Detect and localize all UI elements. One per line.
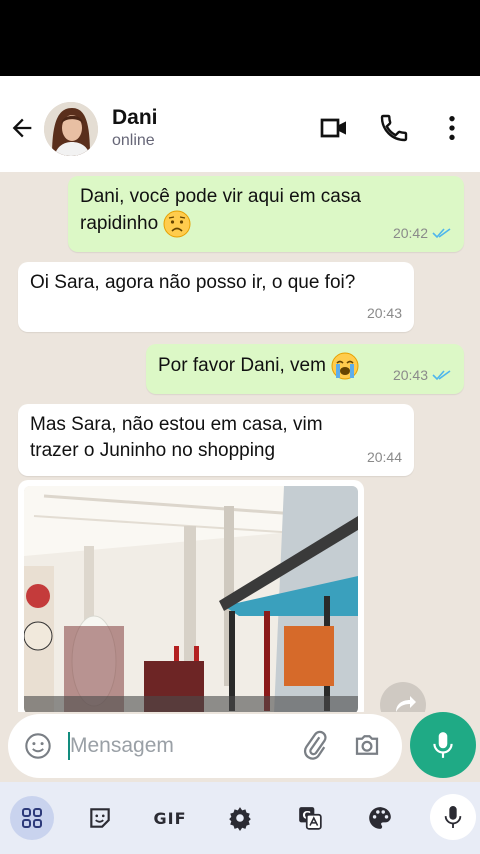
chat-area[interactable]: Dani, você pode vir aqui em casa rapidin…	[0, 172, 480, 712]
apps-grid-button[interactable]	[10, 796, 54, 840]
palette-icon	[369, 807, 391, 829]
voice-message-button[interactable]	[410, 712, 476, 778]
video-call-icon[interactable]	[318, 112, 350, 144]
message-meta: 20:44	[367, 444, 402, 470]
keyboard-toolbar: GIF G	[0, 782, 480, 854]
message-placeholder: Mensagem	[70, 734, 174, 757]
message-bubble[interactable]: Oi Sara, agora não posso ir, o que foi? …	[18, 262, 414, 332]
theme-button[interactable]	[358, 796, 402, 840]
apps-grid-icon	[22, 808, 42, 828]
sticker-button[interactable]	[78, 796, 122, 840]
status-bar	[0, 0, 480, 76]
gif-button[interactable]: GIF	[148, 796, 192, 840]
more-options-icon[interactable]	[436, 112, 468, 144]
image-message[interactable]	[18, 480, 364, 712]
voice-input-button[interactable]	[430, 794, 476, 840]
message-input[interactable]: Mensagem	[8, 714, 402, 778]
message-text: trazer o Juninho no shopping	[30, 440, 276, 461]
worried-face-icon	[163, 210, 191, 238]
loudly-crying-face-icon	[331, 352, 359, 380]
composer-bar: Mensagem	[0, 712, 480, 782]
phone-call-icon[interactable]	[378, 112, 410, 144]
message-meta: 20:43	[367, 300, 402, 326]
message-bubble[interactable]: Por favor Dani, vem 20:43	[146, 344, 464, 394]
contact-status: online	[112, 132, 155, 149]
message-meta: 20:43	[393, 362, 452, 388]
avatar[interactable]	[44, 102, 98, 156]
read-ticks-icon	[432, 228, 451, 239]
emoji-icon[interactable]	[24, 732, 52, 760]
message-text: Mas Sara, não estou em casa, vim	[30, 414, 323, 435]
back-arrow-icon[interactable]	[8, 114, 36, 142]
forward-icon	[396, 696, 416, 712]
attach-icon[interactable]	[300, 730, 330, 760]
message-bubble[interactable]: Dani, você pode vir aqui em casa rapidin…	[68, 176, 464, 252]
shopping-mall-photo[interactable]	[24, 486, 358, 712]
settings-button[interactable]	[218, 796, 262, 840]
chat-header: Dani online	[0, 76, 480, 172]
contact-name[interactable]: Dani	[112, 106, 158, 130]
microphone-icon	[433, 732, 453, 758]
translate-button[interactable]: G	[288, 796, 332, 840]
read-ticks-icon	[432, 370, 451, 381]
forward-button[interactable]	[380, 682, 426, 712]
message-time: 20:43	[366, 305, 402, 321]
message-text: Oi Sara, agora não posso ir, o que foi?	[30, 272, 356, 293]
gear-icon	[229, 807, 251, 831]
message-meta: 20:42	[393, 220, 452, 246]
message-time: 20:42	[392, 225, 428, 241]
message-time: 20:44	[366, 449, 402, 465]
translate-icon: G	[299, 807, 322, 830]
message-time: 20:43	[392, 367, 428, 383]
message-text: Dani, você pode vir aqui em casa	[80, 186, 361, 207]
microphone-icon	[444, 806, 462, 828]
message-bubble[interactable]: Mas Sara, não estou em casa, vim trazer …	[18, 404, 414, 476]
camera-icon[interactable]	[352, 730, 382, 760]
sticker-icon	[90, 808, 110, 828]
